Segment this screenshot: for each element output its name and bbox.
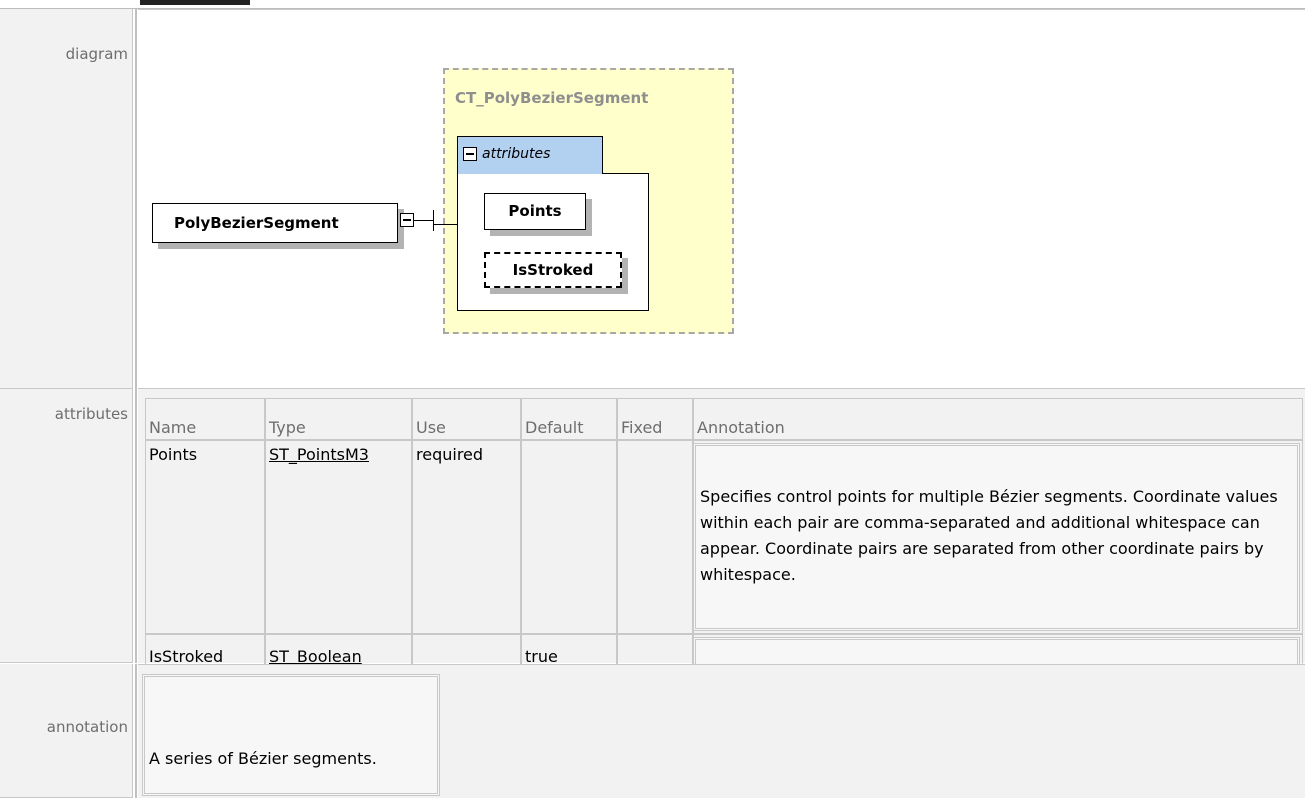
element-node-polybeziersegment[interactable]: PolyBezierSegment — [152, 203, 398, 243]
attribute-node-points[interactable]: Points — [484, 193, 586, 230]
attribute-node-label: Points — [508, 202, 562, 220]
column-header: Default — [521, 398, 617, 440]
attribute-group-label: attributes — [482, 146, 551, 162]
connector-line — [433, 224, 457, 225]
column-header: Type — [265, 398, 412, 440]
column-header: Annotation — [693, 398, 1303, 440]
diagram-label-text: diagram — [65, 45, 128, 63]
collapse-minus-icon[interactable] — [463, 147, 477, 161]
attr-use-cell: required — [412, 440, 521, 634]
section-divider — [135, 664, 137, 798]
annotation-label-text: annotation — [46, 718, 128, 736]
complex-type-name: CT_PolyBezierSegment — [455, 89, 649, 107]
attr-default-cell — [521, 440, 617, 634]
element-node-label: PolyBezierSegment — [174, 214, 339, 232]
attr-annotation-cell: Specifies control points for multiple Bé… — [693, 440, 1303, 634]
column-header: Use — [412, 398, 521, 440]
section-divider — [135, 389, 137, 663]
attribute-node-isstroked[interactable]: IsStroked — [484, 252, 622, 288]
heading-remnant — [140, 0, 250, 5]
type-link[interactable]: ST_PointsM3 — [269, 445, 369, 464]
attr-name-cell: Points — [145, 440, 265, 634]
diagram-section-label: diagram — [0, 9, 133, 389]
annotation-section-label: annotation — [0, 664, 133, 798]
section-divider — [135, 9, 137, 389]
attributes-label-text: attributes — [54, 405, 128, 423]
attr-fixed-cell — [617, 440, 693, 634]
expand-collapse-icon[interactable] — [400, 213, 414, 227]
annotation-box: A series of Bézier segments. — [142, 674, 440, 796]
attr-type-cell: ST_PointsM3 — [265, 440, 412, 634]
annotation-text: A series of Bézier segments. — [149, 749, 377, 768]
table-row: Points ST_PointsM3 required Specifies co… — [145, 440, 1303, 634]
attribute-node-label: IsStroked — [512, 261, 594, 279]
column-header: Name — [145, 398, 265, 440]
table-header-row: Name Type Use Default Fixed Annotation — [145, 398, 1303, 440]
connector-line — [433, 210, 434, 231]
top-bar — [0, 0, 1305, 9]
attributes-section-label: attributes — [0, 389, 133, 663]
connector-line — [414, 220, 434, 221]
annotation-text: Specifies control points for multiple Bé… — [693, 443, 1300, 631]
column-header: Fixed — [617, 398, 693, 440]
